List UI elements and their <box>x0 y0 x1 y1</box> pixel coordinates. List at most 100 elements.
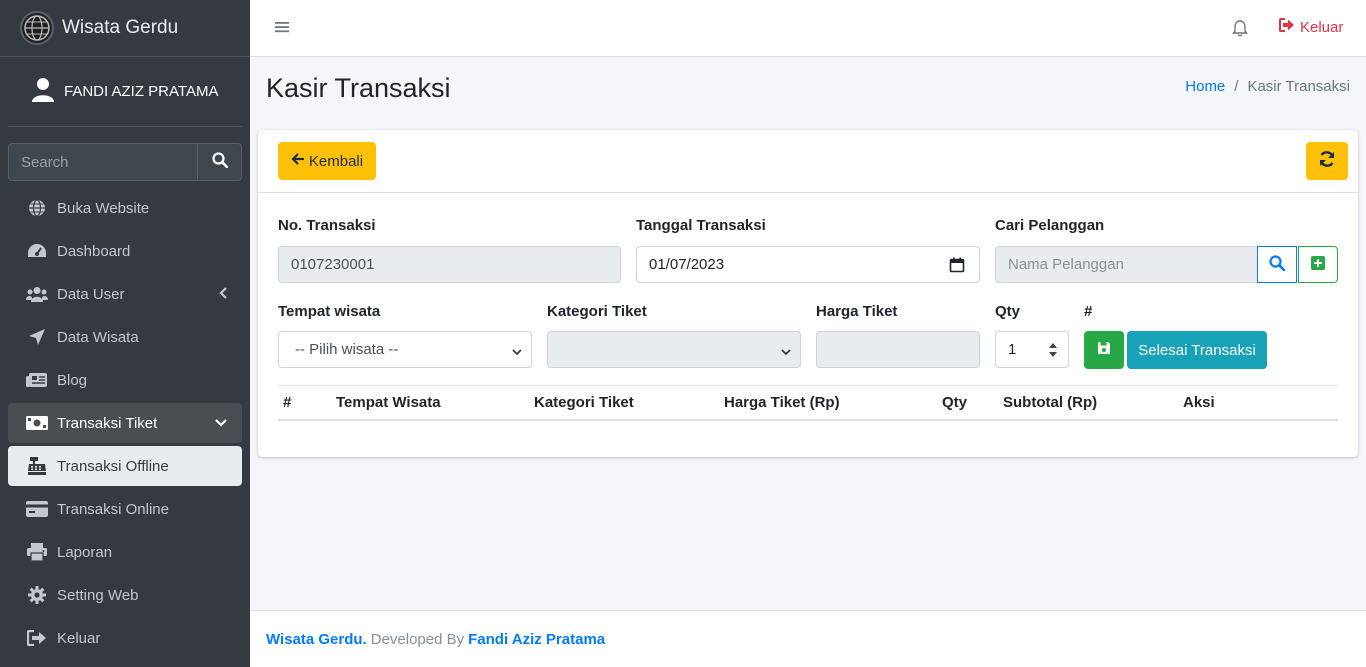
save-item-button[interactable] <box>1084 331 1124 369</box>
sidebar-item-transaksi-tiket[interactable]: Transaksi Tiket <box>8 403 242 443</box>
sidebar-item-label: Transaksi Tiket <box>57 414 158 432</box>
refresh-icon <box>1318 150 1336 172</box>
transaction-card: Kembali No. Transaksi 0107230001 Tanggal… <box>258 130 1358 457</box>
search-customer-button[interactable] <box>1257 246 1297 283</box>
sidebar-item-label: Setting Web <box>57 586 139 604</box>
sidebar: Wisata Gerdu FANDI AZIZ PRATAMA Buka Web… <box>0 0 250 667</box>
chevron-left-icon <box>218 286 228 304</box>
harga-tiket-label: Harga Tiket <box>816 303 898 320</box>
sidebar-item-label: Transaksi Offline <box>57 457 169 475</box>
back-button[interactable]: Kembali <box>278 142 376 180</box>
finish-transaction-button[interactable]: Selesai Transaksi <box>1127 331 1267 369</box>
footer: Wisata Gerdu. Developed By Fandi Aziz Pr… <box>250 610 1366 667</box>
cari-pelanggan-label: Cari Pelanggan <box>995 217 1105 234</box>
sidebar-item-label: Blog <box>57 371 88 389</box>
sidebar-item-setting-web[interactable]: Setting Web <box>8 575 242 615</box>
qty-label: Qty <box>995 303 1021 320</box>
no-transaksi-field[interactable]: 0107230001 <box>278 246 621 283</box>
gear-icon <box>26 585 48 605</box>
gauge-icon <box>26 241 48 261</box>
bell-icon[interactable] <box>1232 19 1248 41</box>
sidebar-item-label: Buka Website <box>57 199 150 217</box>
brand-logo-icon <box>20 11 54 45</box>
breadcrumb-home-link[interactable]: Home <box>1185 78 1225 95</box>
breadcrumb: Home / Kasir Transaksi <box>1185 78 1350 95</box>
sidebar-item-transaksi-offline[interactable]: Transaksi Offline <box>8 446 242 486</box>
sign-out-icon <box>1279 18 1300 36</box>
sidebar-item-label: Transaksi Online <box>57 500 169 518</box>
search-icon <box>1269 254 1286 275</box>
footer-brand-link[interactable]: Wisata Gerdu. <box>266 631 367 648</box>
qty-value: 1 <box>1008 341 1017 358</box>
add-customer-button[interactable] <box>1298 246 1338 283</box>
pelanggan-placeholder: Nama Pelanggan <box>1008 256 1124 273</box>
cash-register-icon <box>26 456 48 476</box>
paper-plane-icon <box>26 327 48 347</box>
sidebar-item-label: Data User <box>57 285 125 303</box>
sidebar-item-laporan[interactable]: Laporan <box>8 532 242 572</box>
save-icon <box>1097 341 1111 359</box>
sidebar-search <box>8 143 242 181</box>
calendar-icon[interactable] <box>949 257 965 277</box>
newspaper-icon <box>26 370 48 390</box>
pelanggan-input[interactable]: Nama Pelanggan <box>995 246 1258 283</box>
sidebar-item-buka-website[interactable]: Buka Website <box>8 188 242 228</box>
sign-out-icon <box>26 628 48 648</box>
tempat-wisata-label: Tempat wisata <box>278 303 381 320</box>
sidebar-item-data-user[interactable]: Data User <box>8 274 242 314</box>
tanggal-transaksi-value: 01/07/2023 <box>649 256 725 273</box>
breadcrumb-current: Kasir Transaksi <box>1247 78 1350 95</box>
menu-toggle-icon[interactable] <box>274 20 290 38</box>
sidebar-item-dashboard[interactable]: Dashboard <box>8 231 242 271</box>
top-navbar: Keluar <box>250 0 1366 57</box>
money-bill-icon <box>26 413 48 433</box>
qty-spinner-icon[interactable] <box>1048 341 1058 359</box>
chevron-down-icon <box>511 344 523 361</box>
column-header: Subtotal (Rp) <box>1003 394 1098 411</box>
plus-square-icon <box>1311 255 1325 274</box>
column-header: # <box>283 394 292 411</box>
no-transaksi-value: 0107230001 <box>291 256 375 273</box>
sidebar-item-label: Keluar <box>57 629 101 647</box>
search-input[interactable] <box>8 143 197 181</box>
transaction-table-header: # Tempat Wisata Kategori Tiket Harga Tik… <box>278 385 1338 421</box>
sidebar-item-transaksi-online[interactable]: Transaksi Online <box>8 489 242 529</box>
user-panel[interactable]: FANDI AZIZ PRATAMA <box>8 57 242 127</box>
column-header: Qty <box>942 394 968 411</box>
sidebar-item-keluar[interactable]: Keluar <box>8 618 242 658</box>
column-header: Harga Tiket (Rp) <box>724 394 840 411</box>
printer-icon <box>26 542 48 562</box>
sidebar-item-label: Data Wisata <box>57 328 139 346</box>
sidebar-item-label: Dashboard <box>57 242 131 260</box>
users-icon <box>26 284 48 304</box>
logout-label: Keluar <box>1300 18 1344 36</box>
chevron-down-icon <box>780 344 792 361</box>
logout-link[interactable]: Keluar <box>1279 18 1343 36</box>
tanggal-transaksi-label: Tanggal Transaksi <box>636 217 766 234</box>
brand-link[interactable]: Wisata Gerdu <box>0 0 250 57</box>
user-icon <box>32 77 54 106</box>
search-icon <box>211 152 228 172</box>
page-title: Kasir Transaksi <box>266 73 451 103</box>
search-button[interactable] <box>197 143 242 181</box>
kategori-tiket-select[interactable] <box>547 331 801 368</box>
footer-developed-text: Developed By <box>370 630 465 648</box>
globe-icon <box>26 198 48 218</box>
footer-author-link[interactable]: Fandi Aziz Pratama <box>468 631 605 648</box>
sidebar-item-data-wisata[interactable]: Data Wisata <box>8 317 242 357</box>
tanggal-transaksi-field[interactable]: 01/07/2023 <box>636 246 980 283</box>
credit-card-icon <box>26 499 48 519</box>
qty-input[interactable]: 1 <box>995 331 1069 368</box>
sidebar-item-label: Laporan <box>57 543 113 561</box>
user-name: FANDI AZIZ PRATAMA <box>64 83 219 100</box>
tempat-wisata-select[interactable]: -- Pilih wisata -- <box>278 331 532 368</box>
column-header: Tempat Wisata <box>336 394 441 411</box>
no-transaksi-label: No. Transaksi <box>278 217 376 234</box>
sidebar-item-blog[interactable]: Blog <box>8 360 242 400</box>
back-button-label: Kembali <box>308 152 364 170</box>
breadcrumb-separator: / <box>1234 78 1239 95</box>
chevron-down-icon <box>214 415 228 432</box>
column-header: Kategori Tiket <box>534 394 634 411</box>
refresh-button[interactable] <box>1306 142 1348 180</box>
harga-tiket-field[interactable] <box>816 331 980 368</box>
